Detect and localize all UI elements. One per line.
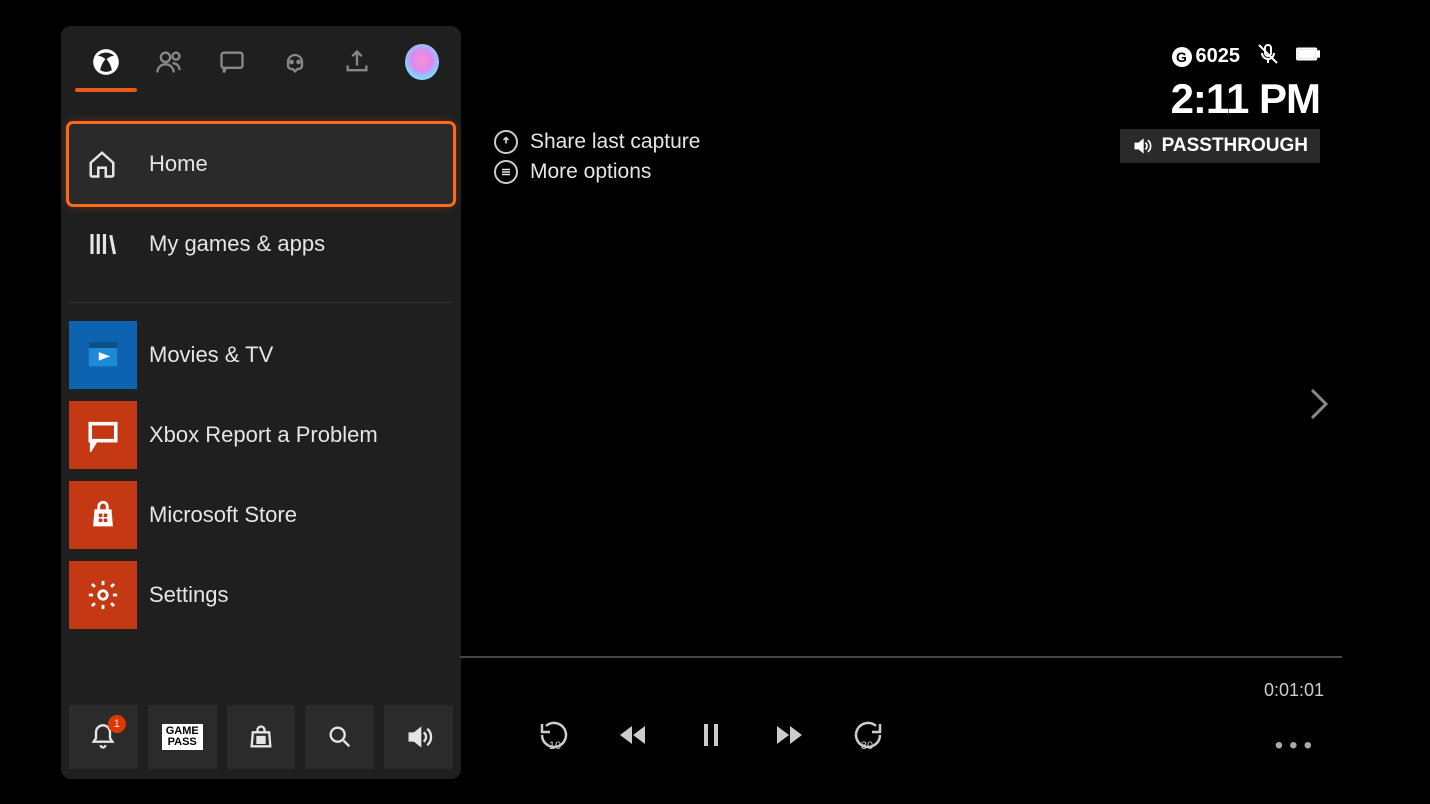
notification-badge: 1 [108,715,126,733]
hint-label: Share last capture [530,130,700,154]
app-microsoft-store[interactable]: Microsoft Store [69,481,453,549]
home-icon [87,149,117,179]
divider [69,302,453,303]
transport-controls: 10 30 [540,720,882,750]
movies-icon [69,321,137,389]
store-button[interactable] [227,705,296,769]
guide-panel: Home My games & apps Movies & TV Xbox Re… [61,26,461,779]
menu-list: Home My games & apps [61,94,461,284]
skip-forward-button[interactable]: 30 [852,720,882,750]
app-label: Xbox Report a Problem [149,422,378,448]
gamepass-button[interactable]: GAME PASS [148,705,217,769]
context-hints: Share last capture More options [494,130,700,184]
bottom-bar: 1 GAME PASS [61,705,461,779]
capture-share-icon[interactable] [343,46,373,78]
flex-spacer [61,629,461,705]
gear-icon [69,561,137,629]
tab-underline [75,88,137,92]
audio-button[interactable] [384,705,453,769]
search-button[interactable] [305,705,374,769]
app-label: Settings [149,582,229,608]
hint-label: More options [530,160,651,184]
status-row: G 6025 [1172,42,1321,71]
avatar[interactable] [405,44,439,80]
guide-tabs [61,26,461,94]
fast-forward-button[interactable] [774,720,804,750]
gamepass-icon: GAME PASS [162,724,203,750]
messages-icon[interactable] [217,46,247,78]
audio-mode-label: PASSTHROUGH [1162,135,1308,157]
app-movies-tv[interactable]: Movies & TV [69,321,453,389]
parties-icon[interactable] [280,46,310,78]
menu-label: Home [149,151,208,177]
pause-button[interactable] [696,720,726,750]
menu-button-icon [494,160,518,184]
audio-mode-pill: PASSTHROUGH [1120,129,1320,163]
menu-label: My games & apps [149,231,325,257]
gamerscore: G 6025 [1172,45,1241,68]
clock: 2:11 PM [1171,75,1320,123]
menu-home[interactable]: Home [69,124,453,204]
store-icon [69,481,137,549]
report-icon [69,401,137,469]
app-report-problem[interactable]: Xbox Report a Problem [69,401,453,469]
friends-icon[interactable] [154,46,184,78]
chevron-right-icon[interactable] [1306,386,1330,427]
share-button-icon [494,130,518,154]
duration-label: 0:01:01 [1264,680,1324,701]
app-label: Movies & TV [149,342,273,368]
skip-back-button[interactable]: 10 [540,720,570,750]
mic-muted-icon [1256,42,1280,71]
notifications-button[interactable]: 1 [69,705,138,769]
progress-track[interactable] [460,656,1342,658]
status-bar: G 6025 2:11 PM PASSTHROUGH [1120,42,1320,163]
more-button[interactable]: ••• [1275,732,1318,760]
app-label: Microsoft Store [149,502,297,528]
hint-share: Share last capture [494,130,700,154]
rewind-button[interactable] [618,720,648,750]
menu-my-games-apps[interactable]: My games & apps [69,204,453,284]
app-list: Movies & TV Xbox Report a Problem Micros… [61,321,461,629]
battery-icon [1296,42,1320,71]
xbox-icon[interactable] [91,46,121,78]
gamerscore-value: 6025 [1196,45,1241,68]
gamerscore-icon: G [1172,47,1192,67]
skip-fwd-label: 30 [861,740,873,752]
library-icon [87,229,117,259]
hint-more: More options [494,160,700,184]
app-settings[interactable]: Settings [69,561,453,629]
skip-back-label: 10 [549,740,561,752]
